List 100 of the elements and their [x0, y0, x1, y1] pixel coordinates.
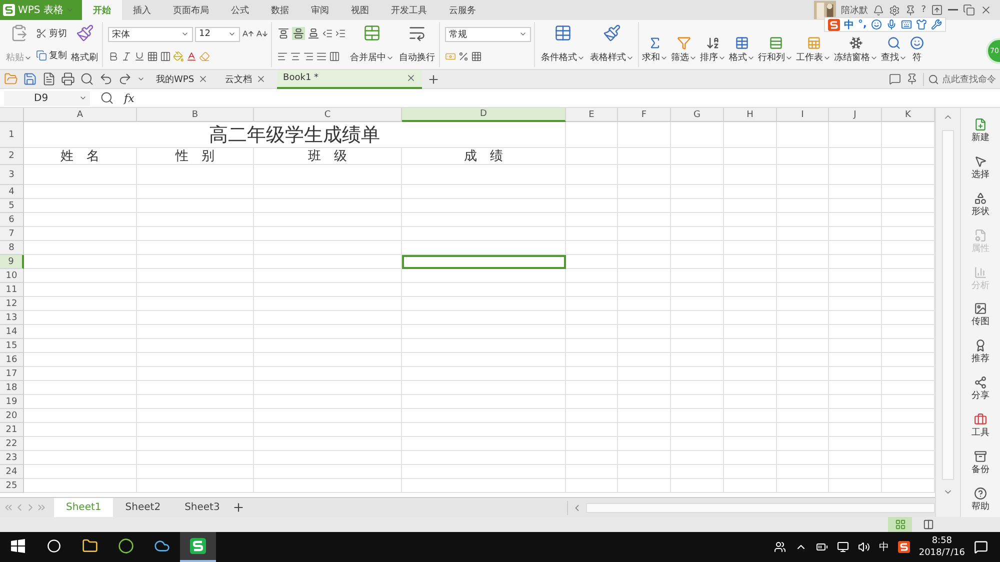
table-cell[interactable]: [829, 255, 882, 269]
table-cell[interactable]: [402, 283, 566, 297]
table-cell[interactable]: [566, 325, 618, 339]
folder-icon[interactable]: [4, 72, 18, 86]
close-icon[interactable]: [198, 74, 208, 84]
indent-increase-icon[interactable]: [335, 28, 346, 40]
help-button[interactable]: ?: [921, 5, 926, 15]
table-cell[interactable]: [777, 269, 829, 283]
table-cell[interactable]: [254, 353, 402, 367]
document-icon[interactable]: [42, 72, 56, 86]
clock[interactable]: 8:58 2018/7/16: [918, 535, 965, 559]
column-header[interactable]: G: [671, 108, 724, 122]
table-cell[interactable]: [671, 241, 724, 255]
table-cell[interactable]: [777, 255, 829, 269]
table-cell[interactable]: [724, 367, 777, 381]
table-cell[interactable]: [724, 269, 777, 283]
table-cell[interactable]: [402, 353, 566, 367]
column-header[interactable]: F: [618, 108, 671, 122]
table-cell[interactable]: [671, 395, 724, 409]
table-cell[interactable]: [724, 437, 777, 451]
table-cell[interactable]: [254, 395, 402, 409]
percent-icon[interactable]: [458, 51, 469, 62]
table-cell[interactable]: [618, 122, 671, 148]
table-cell[interactable]: [671, 269, 724, 283]
row-header[interactable]: 22: [0, 437, 24, 451]
tool-button[interactable]: 格式: [728, 34, 756, 67]
pin-icon[interactable]: [906, 73, 918, 85]
table-cell[interactable]: [254, 479, 402, 493]
table-cell[interactable]: [777, 241, 829, 255]
table-cell[interactable]: [402, 325, 566, 339]
table-cell[interactable]: [671, 165, 724, 185]
horizontal-scrollbar[interactable]: [586, 502, 935, 512]
table-cell[interactable]: [829, 339, 882, 353]
ribbon-tab[interactable]: 开发工具: [380, 0, 438, 20]
close-icon[interactable]: [980, 4, 992, 16]
table-cell[interactable]: [829, 311, 882, 325]
table-cell[interactable]: [671, 437, 724, 451]
table-cell[interactable]: [618, 199, 671, 213]
table-cell[interactable]: [724, 199, 777, 213]
table-cell[interactable]: [618, 353, 671, 367]
row-header[interactable]: 8: [0, 241, 24, 255]
table-cell[interactable]: [254, 297, 402, 311]
table-cell[interactable]: [618, 325, 671, 339]
last-sheet-icon[interactable]: [36, 502, 47, 513]
font-color-icon[interactable]: [186, 51, 197, 62]
printer-icon[interactable]: [61, 72, 75, 86]
table-cell[interactable]: [137, 165, 254, 185]
document-tab[interactable]: Book1 *: [277, 70, 422, 88]
table-cell[interactable]: [724, 241, 777, 255]
ribbon-tab[interactable]: 页面布局: [162, 0, 220, 20]
table-cell[interactable]: [137, 437, 254, 451]
table-cell[interactable]: [24, 367, 137, 381]
table-cell[interactable]: [671, 185, 724, 199]
ribbon-tab[interactable]: 公式: [220, 0, 260, 20]
table-cell[interactable]: [829, 395, 882, 409]
table-cell[interactable]: [254, 409, 402, 423]
settings-icon[interactable]: [889, 4, 900, 16]
table-cell[interactable]: [402, 269, 566, 283]
taskbar-app[interactable]: [180, 532, 216, 562]
table-cell[interactable]: [402, 213, 566, 227]
row-header[interactable]: 10: [0, 269, 24, 283]
table-cell[interactable]: [566, 451, 618, 465]
row-header[interactable]: 24: [0, 465, 24, 479]
table-cell[interactable]: [254, 423, 402, 437]
table-cell[interactable]: [618, 185, 671, 199]
font-select[interactable]: 宋体: [108, 26, 193, 42]
table-cell[interactable]: [24, 465, 137, 479]
table-cell[interactable]: [566, 227, 618, 241]
table-cell[interactable]: [777, 227, 829, 241]
table-cell[interactable]: [829, 353, 882, 367]
table-cell[interactable]: [777, 451, 829, 465]
table-cell[interactable]: [137, 479, 254, 493]
column-header[interactable]: B: [137, 108, 254, 122]
emoji-icon[interactable]: [870, 19, 882, 30]
cut-button[interactable]: 剪切: [36, 26, 67, 40]
border-icon[interactable]: [147, 51, 158, 62]
table-cell[interactable]: [24, 479, 137, 493]
table-cell[interactable]: [566, 297, 618, 311]
close-icon[interactable]: [256, 74, 266, 84]
table-cell[interactable]: [829, 381, 882, 395]
align-left-icon[interactable]: [277, 50, 288, 62]
tool-button[interactable]: 符: [909, 34, 925, 67]
table-cell[interactable]: [724, 185, 777, 199]
table-cell[interactable]: [777, 339, 829, 353]
table-cell[interactable]: [402, 199, 566, 213]
table-cell[interactable]: [724, 423, 777, 437]
add-sheet-icon[interactable]: [232, 501, 245, 514]
ribbon-tab[interactable]: 数据: [260, 0, 300, 20]
tool-button[interactable]: 查找: [880, 34, 908, 67]
table-cell[interactable]: [671, 199, 724, 213]
align-button[interactable]: [307, 27, 320, 40]
redo-icon[interactable]: [118, 72, 132, 86]
table-cell[interactable]: [137, 423, 254, 437]
name-box[interactable]: D9: [4, 90, 90, 106]
table-cell[interactable]: [402, 437, 566, 451]
table-cell[interactable]: [566, 199, 618, 213]
table-cell[interactable]: [671, 255, 724, 269]
table-cell[interactable]: [777, 437, 829, 451]
people-icon[interactable]: [774, 541, 786, 553]
table-cell[interactable]: [24, 185, 137, 199]
